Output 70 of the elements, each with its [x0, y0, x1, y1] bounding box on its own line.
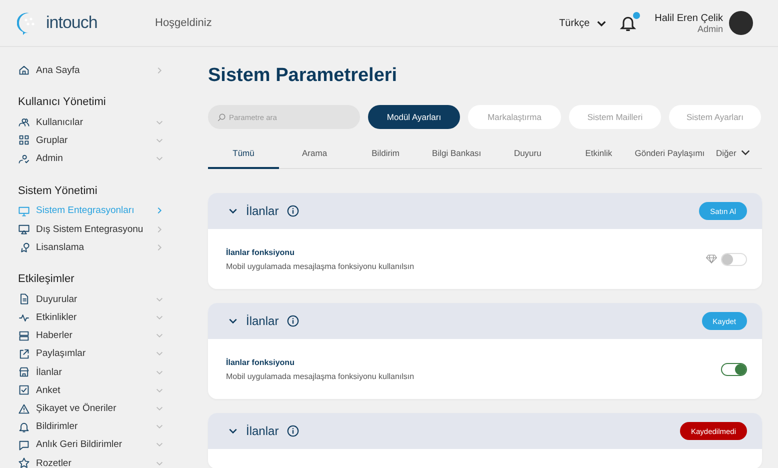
chevron-down-icon[interactable] [228, 426, 238, 436]
sidebar-item[interactable]: Bildirimler [18, 418, 190, 436]
menu-item-icon [18, 457, 30, 468]
setting-title: İlanlar fonksiyonu [226, 248, 296, 256]
sidebar-item[interactable]: Haberler [18, 326, 190, 345]
menu-item-icon [18, 204, 30, 217]
search-icon [217, 112, 226, 122]
chevron-down-icon[interactable] [228, 316, 238, 326]
menu-item-icon [18, 223, 30, 236]
setting-description: Mobil uygulamada mesajlaşma fonksiyonu kullanılsın [226, 262, 416, 270]
page-title: Sistem Parametreleri [208, 65, 398, 87]
menu-item-icon [18, 438, 30, 451]
sidebar-item[interactable]: İlanlar [18, 363, 190, 382]
menu-item-icon [18, 330, 30, 342]
sidebar-section-title: Sistem Yönetimi [18, 184, 98, 197]
setting-title: İlanlar fonksiyonu [226, 358, 296, 366]
menu-item-icon [18, 366, 30, 378]
avatar[interactable] [729, 11, 753, 35]
sidebar-item[interactable]: Etkinlikler [18, 308, 190, 327]
sidebar-section-title: Etkileşimler [18, 273, 76, 286]
sidebar-item[interactable]: Anket [18, 381, 190, 400]
brand-name: intouch [46, 13, 98, 33]
menu-item-icon [18, 348, 30, 360]
menu-item-icon [18, 241, 30, 254]
language-selector[interactable]: Türkçe [559, 18, 607, 28]
card-title: İlanlar [246, 424, 279, 438]
sidebar-item[interactable]: Dış Sistem Entegrasyonu [18, 220, 190, 238]
sidebar-item[interactable]: Şikayet ve Öneriler [18, 399, 190, 418]
menu-item-icon [18, 402, 30, 415]
menu-item-icon [18, 384, 30, 396]
sidebar-item[interactable]: Anlık Geri Bildirimler [18, 436, 190, 454]
sidebar-item[interactable]: Ana Sayfa [18, 61, 190, 80]
setting-description: Mobil uygulamada mesajlaşma fonksiyonu kullanılsın [226, 372, 416, 380]
info-icon[interactable] [286, 205, 299, 217]
module-tab[interactable]: Modül Ayarları [368, 105, 460, 129]
chevron-down-icon [740, 147, 752, 158]
sidebar-item[interactable]: Paylaşımlar [18, 344, 190, 364]
more-tab[interactable]: Diğer [705, 139, 762, 169]
menu-item-icon [18, 134, 30, 146]
user-name: Halil Eren Çelik [654, 12, 723, 24]
sidebar-item[interactable]: Duyurular [18, 290, 190, 308]
toggle-switch[interactable] [721, 362, 747, 376]
sidebar-section-title: Kullanıcı Yönetimi [18, 96, 107, 108]
menu-item-icon [18, 312, 30, 324]
category-tab[interactable]: Bilgi Bankası [421, 139, 492, 169]
category-tab[interactable]: Bildirim [350, 139, 422, 169]
menu-item-icon [18, 293, 30, 306]
sidebar-item[interactable]: Rozetler [18, 454, 190, 468]
card-title: İlanlar [246, 314, 279, 328]
info-icon[interactable] [286, 425, 299, 437]
notification-bell-icon[interactable] [618, 14, 637, 32]
sidebar-item[interactable]: Admin [18, 150, 190, 168]
user-role: Admin [697, 24, 723, 34]
info-icon[interactable] [286, 315, 299, 327]
chevron-right-icon [155, 66, 164, 75]
category-tab[interactable]: Duyuru [492, 139, 564, 169]
menu-item-icon [18, 420, 30, 433]
card-title: İlanlar [246, 204, 279, 218]
menu-item-icon [18, 116, 30, 128]
category-tab[interactable]: Gönderi Paylaşımı [634, 139, 706, 169]
sidebar-item[interactable]: Kullanıcılar [18, 113, 190, 132]
chevron-down-icon[interactable] [228, 206, 238, 216]
sidebar-item[interactable]: Gruplar [18, 131, 190, 150]
menu-item-icon [18, 152, 30, 165]
category-tab[interactable]: Arama [279, 139, 350, 169]
welcome-text: Hoşgeldiniz [155, 17, 212, 29]
sidebar-item[interactable]: Lisanslama [18, 238, 190, 256]
category-tab[interactable]: Tümü [208, 139, 280, 169]
menu-item-icon [18, 64, 30, 76]
category-tab[interactable]: Etkinlik [563, 139, 634, 169]
